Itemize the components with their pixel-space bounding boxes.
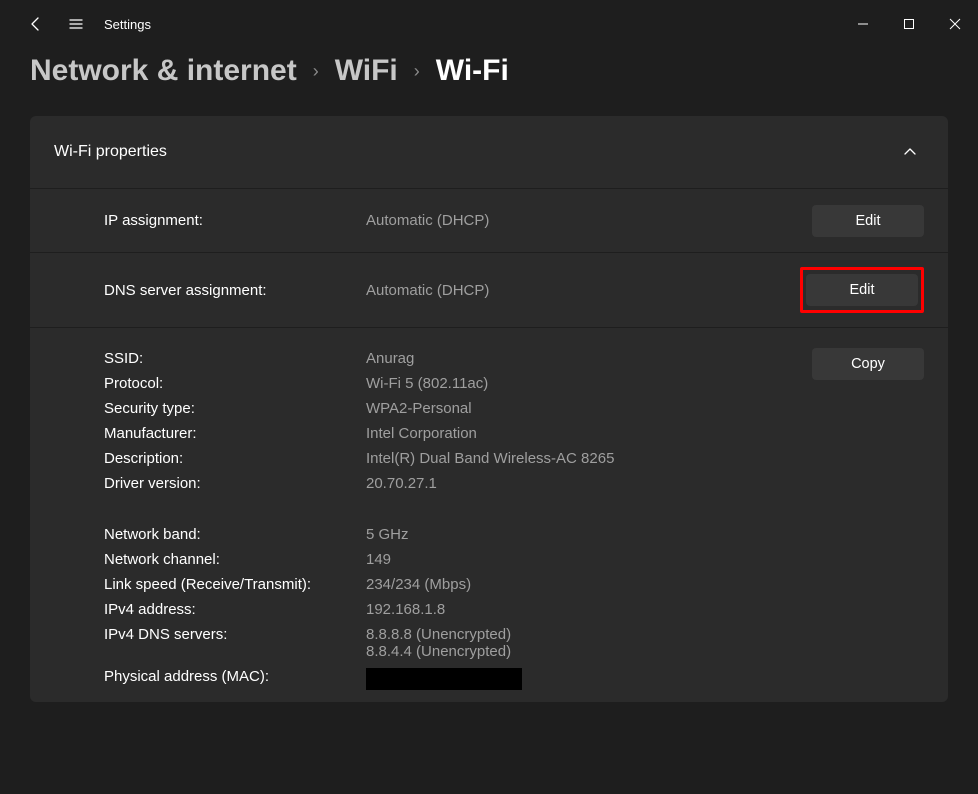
value-dns-assignment: Automatic (DHCP) — [366, 282, 800, 299]
detail-key: Driver version: — [104, 475, 366, 492]
breadcrumb-item-network[interactable]: Network & internet — [30, 54, 297, 88]
breadcrumb: Network & internet › WiFi › Wi-Fi — [30, 54, 948, 88]
close-button[interactable] — [932, 0, 978, 48]
detail-key: Link speed (Receive/Transmit): — [104, 576, 366, 593]
detail-val: Intel(R) Dual Band Wireless-AC 8265 — [366, 450, 812, 467]
detail-key: Physical address (MAC): — [104, 668, 366, 690]
row-dns-assignment: DNS server assignment: Automatic (DHCP) … — [30, 253, 948, 328]
page-header: Network & internet › WiFi › Wi-Fi — [0, 48, 978, 116]
edit-ip-assignment-button[interactable]: Edit — [812, 205, 924, 237]
detail-key: SSID: — [104, 350, 366, 367]
detail-driver-version: Driver version: 20.70.27.1 — [104, 471, 812, 496]
label-ip-assignment: IP assignment: — [104, 212, 366, 229]
detail-val: 234/234 (Mbps) — [366, 576, 812, 593]
detail-val: 8.8.8.8 (Unencrypted) 8.8.4.4 (Unencrypt… — [366, 626, 812, 660]
chevron-right-icon: › — [414, 61, 420, 82]
highlight-annotation: Edit — [800, 267, 924, 313]
label-dns-assignment: DNS server assignment: — [104, 282, 366, 299]
detail-link-speed: Link speed (Receive/Transmit): 234/234 (… — [104, 572, 812, 597]
detail-val: WPA2-Personal — [366, 400, 812, 417]
spacer — [104, 496, 812, 522]
dns-line-1: 8.8.8.8 (Unencrypted) — [366, 626, 812, 643]
row-ip-assignment: IP assignment: Automatic (DHCP) Edit — [30, 189, 948, 253]
detail-key: Network band: — [104, 526, 366, 543]
detail-security-type: Security type: WPA2-Personal — [104, 396, 812, 421]
mac-redacted — [366, 668, 522, 690]
breadcrumb-current: Wi-Fi — [436, 54, 509, 88]
detail-val: Wi-Fi 5 (802.11ac) — [366, 375, 812, 392]
edit-dns-assignment-button[interactable]: Edit — [806, 274, 918, 306]
window-controls — [840, 0, 978, 48]
detail-val: Intel Corporation — [366, 425, 812, 442]
detail-ipv4-dns: IPv4 DNS servers: 8.8.8.8 (Unencrypted) … — [104, 622, 812, 664]
back-button[interactable] — [16, 16, 56, 32]
detail-val — [366, 668, 812, 690]
detail-val: 149 — [366, 551, 812, 568]
details-lines: SSID: Anurag Protocol: Wi-Fi 5 (802.11ac… — [104, 346, 812, 694]
detail-val: 5 GHz — [366, 526, 812, 543]
panel-title: Wi-Fi properties — [54, 143, 167, 161]
detail-key: Security type: — [104, 400, 366, 417]
detail-val: 20.70.27.1 — [366, 475, 812, 492]
value-ip-assignment: Automatic (DHCP) — [366, 212, 812, 229]
detail-key: Protocol: — [104, 375, 366, 392]
menu-button[interactable] — [56, 16, 96, 32]
maximize-button[interactable] — [886, 0, 932, 48]
detail-manufacturer: Manufacturer: Intel Corporation — [104, 421, 812, 446]
wifi-properties-panel: Wi-Fi properties IP assignment: Automati… — [30, 116, 948, 702]
detail-ssid: SSID: Anurag — [104, 346, 812, 371]
detail-network-channel: Network channel: 149 — [104, 547, 812, 572]
detail-ipv4-address: IPv4 address: 192.168.1.8 — [104, 597, 812, 622]
details-block: SSID: Anurag Protocol: Wi-Fi 5 (802.11ac… — [30, 328, 948, 702]
detail-key: IPv4 DNS servers: — [104, 626, 366, 660]
chevron-up-icon — [896, 138, 924, 166]
breadcrumb-item-wifi[interactable]: WiFi — [335, 54, 398, 88]
detail-mac-address: Physical address (MAC): — [104, 664, 812, 694]
detail-val: Anurag — [366, 350, 812, 367]
detail-network-band: Network band: 5 GHz — [104, 522, 812, 547]
detail-val: 192.168.1.8 — [366, 601, 812, 618]
detail-key: Manufacturer: — [104, 425, 366, 442]
minimize-button[interactable] — [840, 0, 886, 48]
copy-button[interactable]: Copy — [812, 348, 924, 380]
panel-header[interactable]: Wi-Fi properties — [30, 116, 948, 189]
detail-protocol: Protocol: Wi-Fi 5 (802.11ac) — [104, 371, 812, 396]
detail-key: Network channel: — [104, 551, 366, 568]
window-title: Settings — [104, 17, 151, 32]
chevron-right-icon: › — [313, 61, 319, 82]
detail-key: IPv4 address: — [104, 601, 366, 618]
detail-description: Description: Intel(R) Dual Band Wireless… — [104, 446, 812, 471]
titlebar: Settings — [0, 0, 978, 48]
detail-key: Description: — [104, 450, 366, 467]
dns-line-2: 8.8.4.4 (Unencrypted) — [366, 643, 812, 660]
